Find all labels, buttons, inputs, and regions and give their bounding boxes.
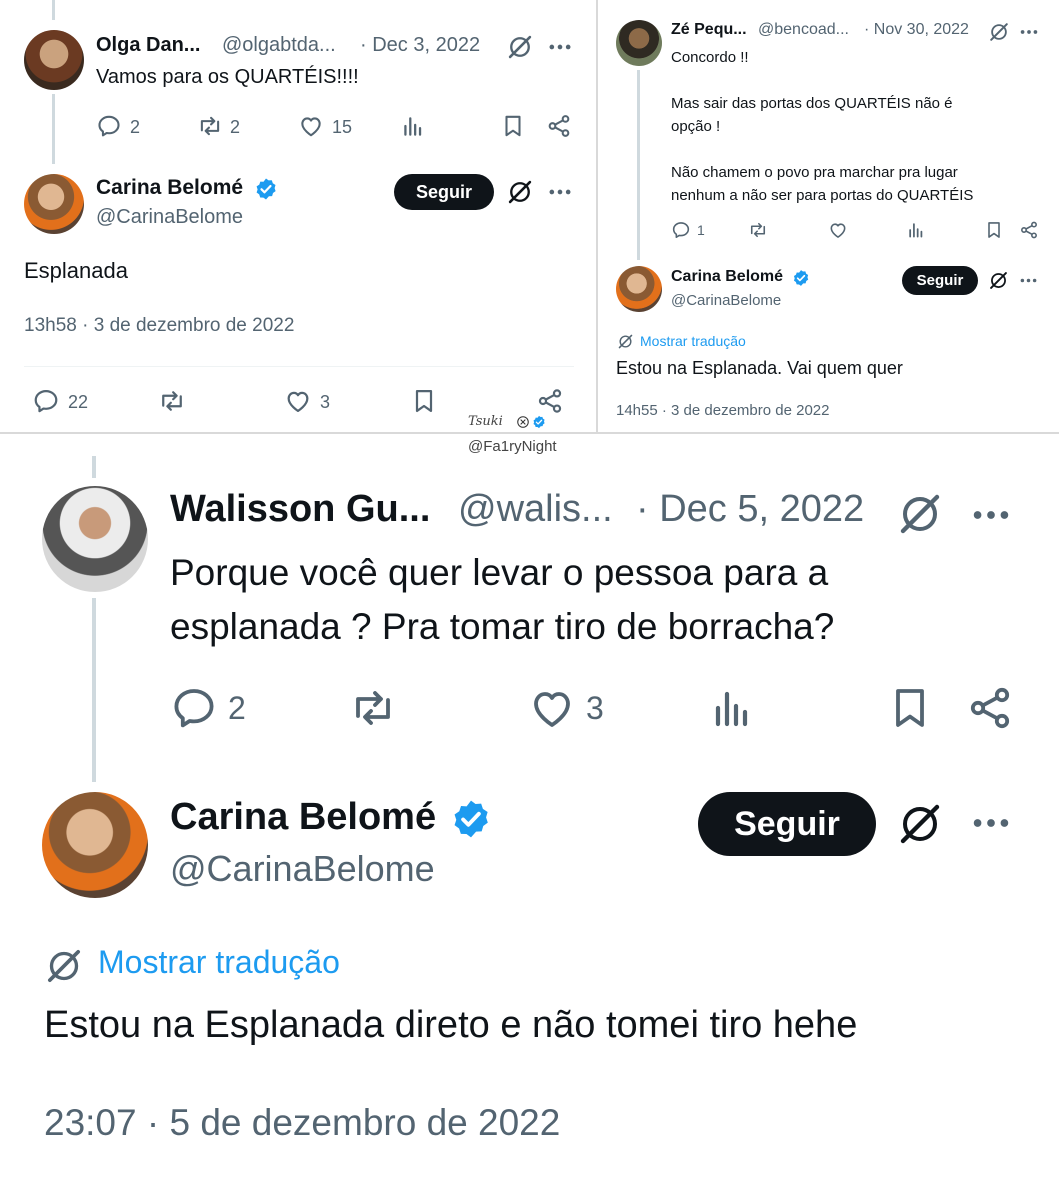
author-handle[interactable]: @CarinaBelome	[170, 848, 435, 890]
grok-icon[interactable]	[988, 21, 1010, 43]
watermark-name: Tsuki	[468, 414, 503, 429]
tweet-text: Esplanada	[24, 258, 128, 283]
grok-icon[interactable]	[896, 490, 944, 538]
like-icon[interactable]	[828, 220, 848, 240]
tweet-date[interactable]: · Nov 30, 2022	[864, 21, 969, 39]
more-icon[interactable]	[1018, 270, 1039, 291]
tweet-timestamp[interactable]: 14h55 · 3 de dezembro de 2022	[616, 402, 830, 419]
author-name[interactable]: Carina Belomé	[671, 268, 783, 286]
tweet-screenshot-bottom: @Fa1ryNight Walisson Gu... @walis... · D…	[0, 434, 1059, 1200]
translate-icon	[617, 333, 634, 350]
repost-icon[interactable]	[748, 220, 768, 240]
like-icon[interactable]	[298, 113, 324, 139]
thread-line	[92, 598, 96, 782]
share-icon[interactable]	[1019, 220, 1039, 240]
divider	[24, 366, 574, 367]
follow-button[interactable]: Seguir	[394, 174, 494, 210]
views-icon[interactable]	[400, 113, 426, 139]
avatar[interactable]	[42, 792, 148, 898]
reply-count: 2	[228, 690, 246, 726]
translate-icon	[44, 946, 84, 986]
bookmark-icon[interactable]	[886, 684, 934, 732]
reply-icon[interactable]	[96, 113, 122, 139]
share-icon[interactable]	[966, 684, 1014, 732]
thread-line	[52, 0, 55, 20]
author-handle[interactable]: @olgabtda...	[222, 34, 336, 57]
avatar[interactable]	[616, 266, 662, 312]
avatar[interactable]	[42, 486, 148, 592]
bookmark-icon[interactable]	[500, 113, 526, 139]
tweet-timestamp[interactable]: 13h58 · 3 de dezembro de 2022	[24, 315, 294, 337]
tweet-date[interactable]: · Dec 3, 2022	[360, 34, 480, 57]
repost-icon[interactable]	[348, 684, 398, 732]
tweet-date[interactable]: · Dec 5, 2022	[636, 488, 864, 531]
thread-line	[92, 456, 96, 478]
author-handle[interactable]: @bencoad...	[758, 21, 849, 39]
tweet-text: Concordo !! Mas sair das portas dos QUAR…	[671, 49, 974, 204]
tweet-text: Estou na Esplanada direto e não tomei ti…	[44, 1004, 858, 1046]
follow-button[interactable]: Seguir	[902, 266, 978, 295]
more-icon[interactable]	[546, 33, 574, 61]
verified-badge-icon	[532, 415, 546, 429]
repost-icon[interactable]	[197, 113, 223, 139]
author-name[interactable]: Carina Belomé	[96, 176, 243, 200]
follow-button[interactable]: Seguir	[698, 792, 876, 856]
verified-badge-icon	[254, 177, 278, 201]
tweet-text: Vamos para os QUARTÉIS!!!!	[96, 66, 359, 88]
grok-icon[interactable]	[896, 800, 944, 848]
watermark-signature: Tsuki	[468, 414, 503, 429]
author-handle[interactable]: @CarinaBelome	[96, 206, 243, 229]
bookmark-icon[interactable]	[410, 387, 438, 415]
avatar[interactable]	[24, 30, 84, 90]
author-name[interactable]: Carina Belomé	[170, 796, 436, 839]
thread-line	[52, 94, 55, 164]
thread-line	[637, 70, 640, 260]
grok-icon[interactable]	[506, 33, 534, 61]
reply-count: 1	[697, 222, 705, 238]
verified-badge-icon	[792, 269, 810, 287]
like-icon[interactable]	[528, 684, 576, 732]
tweet-text: Porque você quer levar o pessoa para a e…	[170, 552, 835, 647]
author-handle[interactable]: @walis...	[458, 488, 613, 531]
share-icon[interactable]	[536, 387, 564, 415]
watermark-handle: @Fa1ryNight	[468, 438, 557, 455]
show-translation-link[interactable]: Mostrar tradução	[640, 333, 746, 349]
author-name[interactable]: Walisson Gu...	[170, 488, 430, 531]
bookmark-icon[interactable]	[984, 220, 1004, 240]
reply-count: 22	[68, 392, 89, 412]
views-icon[interactable]	[708, 684, 756, 732]
avatar[interactable]	[616, 20, 662, 66]
more-icon[interactable]	[1018, 21, 1040, 43]
reply-icon[interactable]	[170, 684, 218, 732]
author-name[interactable]: Zé Pequ...	[671, 21, 747, 39]
x-logo-icon	[516, 415, 530, 429]
like-icon[interactable]	[284, 387, 312, 415]
author-handle[interactable]: @CarinaBelome	[671, 292, 781, 309]
author-name[interactable]: Olga Dan...	[96, 34, 200, 57]
more-icon[interactable]	[546, 178, 574, 206]
avatar[interactable]	[24, 174, 84, 234]
tweet-timestamp[interactable]: 23:07 · 5 de dezembro de 2022	[44, 1102, 560, 1144]
reply-icon[interactable]	[671, 220, 691, 240]
like-count: 3	[586, 690, 604, 726]
more-icon[interactable]	[968, 800, 1014, 846]
grok-icon[interactable]	[988, 270, 1009, 291]
like-count: 15	[332, 117, 353, 137]
reply-count: 2	[130, 117, 141, 137]
repost-count: 2	[230, 117, 241, 137]
tweet-screenshot-top-right: Zé Pequ... @bencoad... · Nov 30, 2022 Co…	[598, 0, 1059, 432]
verified-badge-icon	[450, 798, 492, 840]
share-icon[interactable]	[546, 113, 572, 139]
reply-icon[interactable]	[32, 387, 60, 415]
tweet-screenshot-top-left: Olga Dan... @olgabtda... · Dec 3, 2022 V…	[0, 0, 596, 432]
show-translation-link[interactable]: Mostrar tradução	[98, 944, 340, 981]
like-count: 3	[320, 392, 331, 412]
grok-icon[interactable]	[506, 178, 534, 206]
tweet-text: Estou na Esplanada. Vai quem quer	[616, 358, 903, 378]
repost-icon[interactable]	[158, 387, 186, 415]
more-icon[interactable]	[968, 492, 1014, 538]
views-icon[interactable]	[906, 220, 926, 240]
